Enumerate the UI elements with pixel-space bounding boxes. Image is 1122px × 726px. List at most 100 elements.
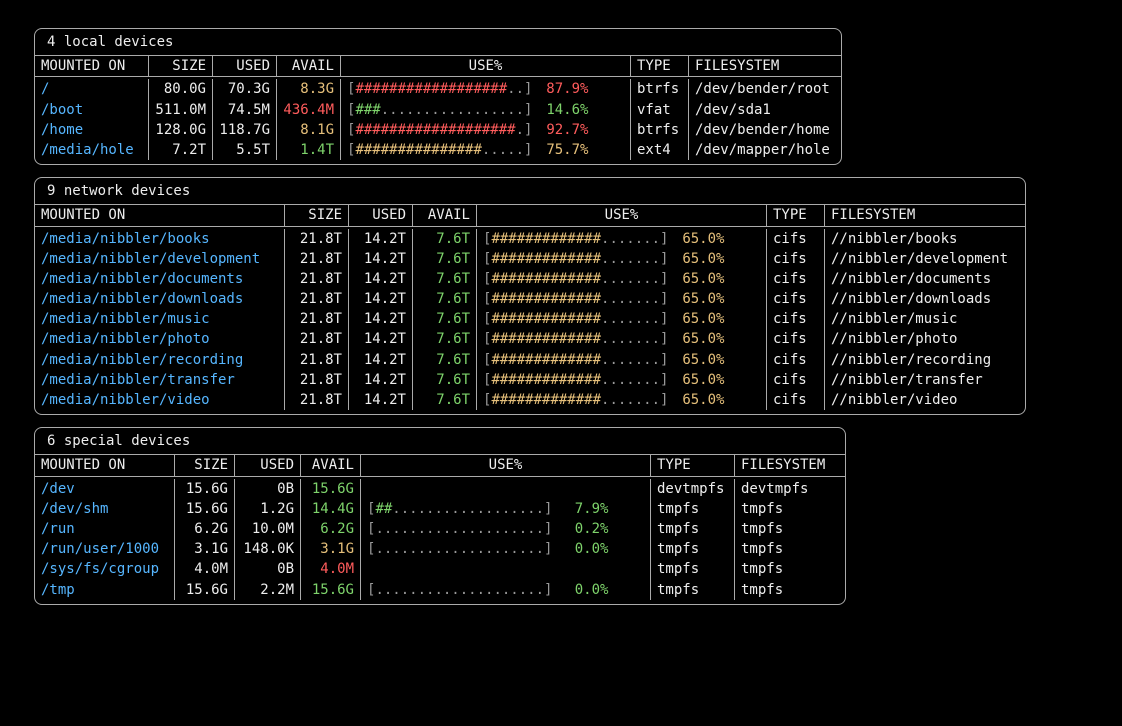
col-used: USED — [349, 205, 413, 225]
table-row: /home128.0G118.7G8.1G[##################… — [35, 120, 841, 140]
cell-used: 14.2T — [349, 350, 413, 370]
col-mount: MOUNTED ON — [35, 56, 149, 76]
cell-avail: 7.6T — [413, 390, 477, 410]
cell-fs: //nibbler/recording — [825, 350, 1025, 370]
cell-type: cifs — [767, 329, 825, 349]
table-body: /dev15.6G0B15.6Gdevtmpfsdevtmpfs/dev/shm… — [35, 477, 845, 604]
table-row: /media/hole7.2T5.5T1.4T[###############.… — [35, 140, 841, 160]
cell-fs: devtmpfs — [735, 479, 845, 499]
cell-fs: /dev/bender/root — [689, 79, 841, 99]
cell-mount: /media/nibbler/documents — [35, 269, 285, 289]
cell-avail: 15.6G — [301, 479, 361, 499]
cell-mount: /media/nibbler/development — [35, 249, 285, 269]
cell-type: cifs — [767, 390, 825, 410]
use-percent-bar: [....................]0.0% — [361, 539, 651, 559]
cell-fs: //nibbler/development — [825, 249, 1025, 269]
cell-type: cifs — [767, 229, 825, 249]
cell-mount: /media/nibbler/music — [35, 309, 285, 329]
cell-type: cifs — [767, 249, 825, 269]
table-row: /media/nibbler/documents21.8T14.2T7.6T[#… — [35, 269, 1025, 289]
cell-size: 511.0M — [149, 100, 213, 120]
col-size: SIZE — [175, 455, 235, 475]
cell-size: 4.0M — [175, 559, 235, 579]
table-body: /80.0G70.3G8.3G[##################..]87.… — [35, 77, 841, 164]
cell-size: 21.8T — [285, 390, 349, 410]
cell-type: cifs — [767, 289, 825, 309]
cell-fs: tmpfs — [735, 559, 845, 579]
cell-type: vfat — [631, 100, 689, 120]
table-row: /media/nibbler/recording21.8T14.2T7.6T[#… — [35, 350, 1025, 370]
use-percent-bar — [361, 559, 651, 579]
col-avail: AVAIL — [277, 56, 341, 76]
cell-type: cifs — [767, 309, 825, 329]
cell-mount: / — [35, 79, 149, 99]
table-header-row: MOUNTED ONSIZEUSEDAVAILUSE%TYPEFILESYSTE… — [35, 55, 841, 77]
cell-type: tmpfs — [651, 559, 735, 579]
cell-avail: 14.4G — [301, 499, 361, 519]
table-row: /dev/shm15.6G1.2G14.4G[##...............… — [35, 499, 845, 519]
cell-mount: /media/hole — [35, 140, 149, 160]
cell-fs: /dev/mapper/hole — [689, 140, 841, 160]
duf-output: 4 local devicesMOUNTED ONSIZEUSEDAVAILUS… — [34, 28, 1088, 617]
col-usep: USE% — [477, 205, 767, 225]
table-row: /80.0G70.3G8.3G[##################..]87.… — [35, 79, 841, 99]
use-percent-bar: [##..................]7.9% — [361, 499, 651, 519]
table-header-row: MOUNTED ONSIZEUSEDAVAILUSE%TYPEFILESYSTE… — [35, 454, 845, 476]
cell-size: 15.6G — [175, 479, 235, 499]
cell-size: 21.8T — [285, 329, 349, 349]
cell-size: 21.8T — [285, 309, 349, 329]
table-row: /media/nibbler/development21.8T14.2T7.6T… — [35, 249, 1025, 269]
table-row: /tmp15.6G2.2M15.6G[....................]… — [35, 580, 845, 600]
cell-avail: 7.6T — [413, 350, 477, 370]
use-percent-bar: [##################..]87.9% — [341, 79, 631, 99]
cell-mount: /home — [35, 120, 149, 140]
cell-fs: tmpfs — [735, 499, 845, 519]
cell-used: 118.7G — [213, 120, 277, 140]
cell-mount: /run — [35, 519, 175, 539]
cell-size: 7.2T — [149, 140, 213, 160]
cell-avail: 436.4M — [277, 100, 341, 120]
cell-size: 6.2G — [175, 519, 235, 539]
col-size: SIZE — [285, 205, 349, 225]
cell-fs: /dev/bender/home — [689, 120, 841, 140]
cell-avail: 6.2G — [301, 519, 361, 539]
use-percent-bar: [###.................]14.6% — [341, 100, 631, 120]
section-title: 6 special devices — [35, 428, 845, 454]
cell-mount: /media/nibbler/video — [35, 390, 285, 410]
cell-size: 128.0G — [149, 120, 213, 140]
table-row: /media/nibbler/transfer21.8T14.2T7.6T[##… — [35, 370, 1025, 390]
cell-size: 21.8T — [285, 229, 349, 249]
table-row: /run/user/10003.1G148.0K3.1G[...........… — [35, 539, 845, 559]
cell-mount: /media/nibbler/photo — [35, 329, 285, 349]
cell-avail: 7.6T — [413, 370, 477, 390]
cell-type: ext4 — [631, 140, 689, 160]
use-percent-bar: [#############.......]65.0% — [477, 309, 767, 329]
device-section: 6 special devicesMOUNTED ONSIZEUSEDAVAIL… — [34, 427, 846, 605]
cell-fs: /dev/sda1 — [689, 100, 841, 120]
use-percent-bar: [###################.]92.7% — [341, 120, 631, 140]
cell-used: 14.2T — [349, 229, 413, 249]
col-type: TYPE — [631, 56, 689, 76]
table-row: /media/nibbler/downloads21.8T14.2T7.6T[#… — [35, 289, 1025, 309]
cell-used: 0B — [235, 559, 301, 579]
cell-avail: 7.6T — [413, 249, 477, 269]
section-title: 9 network devices — [35, 178, 1025, 204]
cell-type: tmpfs — [651, 580, 735, 600]
col-fs: FILESYSTEM — [735, 455, 845, 475]
cell-mount: /sys/fs/cgroup — [35, 559, 175, 579]
use-percent-bar: [#############.......]65.0% — [477, 249, 767, 269]
cell-fs: //nibbler/downloads — [825, 289, 1025, 309]
cell-size: 80.0G — [149, 79, 213, 99]
cell-used: 70.3G — [213, 79, 277, 99]
col-used: USED — [213, 56, 277, 76]
col-used: USED — [235, 455, 301, 475]
cell-size: 15.6G — [175, 580, 235, 600]
cell-avail: 15.6G — [301, 580, 361, 600]
use-percent-bar — [361, 479, 651, 499]
cell-avail: 1.4T — [277, 140, 341, 160]
use-percent-bar: [#############.......]65.0% — [477, 289, 767, 309]
cell-size: 15.6G — [175, 499, 235, 519]
cell-fs: //nibbler/video — [825, 390, 1025, 410]
cell-used: 14.2T — [349, 309, 413, 329]
cell-type: tmpfs — [651, 499, 735, 519]
